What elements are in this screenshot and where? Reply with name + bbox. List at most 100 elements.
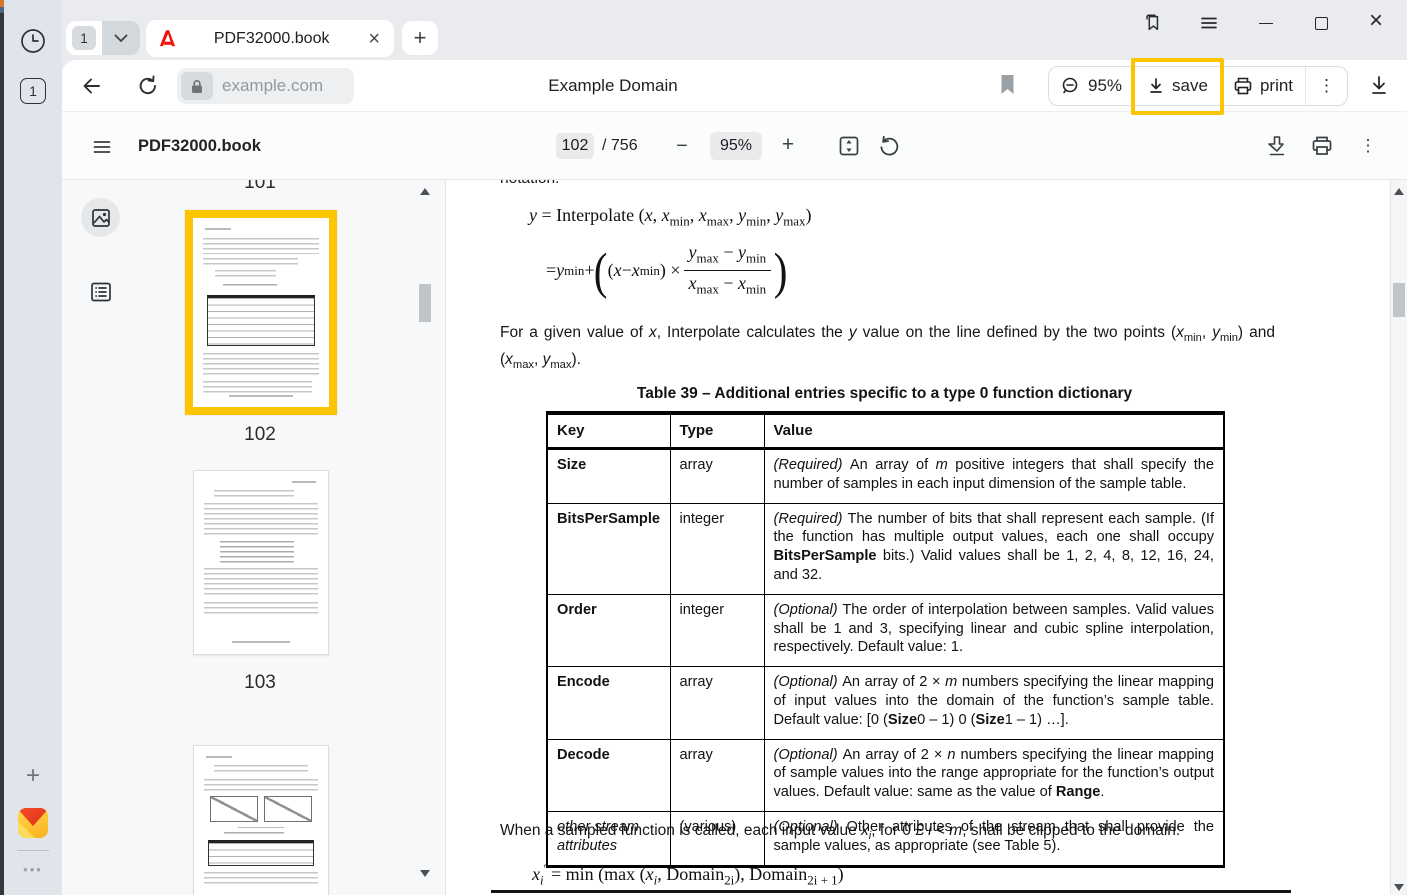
table-cell: array xyxy=(670,667,764,739)
downloads-icon[interactable] xyxy=(1368,74,1390,96)
table-header-cell: Type xyxy=(670,413,764,449)
tab-title: PDF32000.book xyxy=(177,30,366,48)
browser-side-rail: 1 + ••• xyxy=(4,0,62,895)
window-close-button[interactable]: × xyxy=(1366,11,1386,31)
tab-group-expand[interactable] xyxy=(102,21,140,55)
workspace-1-button[interactable]: 1 xyxy=(20,78,46,104)
page-thumbnail-104[interactable] xyxy=(193,745,329,895)
page-title: Example Domain xyxy=(458,60,768,112)
tab-group-control[interactable]: 1 xyxy=(66,21,140,55)
table-cell: Encode xyxy=(547,667,670,739)
rotate-icon[interactable] xyxy=(876,133,902,159)
thumbnails-view-button[interactable] xyxy=(81,198,120,237)
table-cell: BitsPerSample xyxy=(547,503,670,594)
table-cell: integer xyxy=(670,594,764,666)
save-button[interactable]: save xyxy=(1134,67,1220,105)
image-icon xyxy=(90,207,112,229)
tab-bar: 1 PDF32000.book × + × xyxy=(62,0,1407,60)
table-row: Orderinteger(Optional) The order of inte… xyxy=(547,594,1224,666)
table-header-row: KeyTypeValue xyxy=(547,413,1224,449)
rail-more-button[interactable]: ••• xyxy=(4,862,62,877)
minimize-button[interactable] xyxy=(1256,13,1276,33)
bookmark-filled-icon[interactable] xyxy=(1000,75,1015,95)
pdf-doc-title: PDF32000.book xyxy=(138,112,261,180)
zoom-out-icon xyxy=(1061,76,1081,96)
table39-body: Sizearray(Required) An array of m positi… xyxy=(547,449,1224,867)
table-cell: array xyxy=(670,739,764,811)
table-header-cell: Key xyxy=(547,413,670,449)
page-total: / 756 xyxy=(602,112,638,180)
fit-page-icon[interactable] xyxy=(836,133,862,159)
browser-window: 1 + ••• 1 PDF32000.book × + xyxy=(0,0,1407,895)
edge-accent xyxy=(0,0,4,7)
tab-pdf32000[interactable]: PDF32000.book × xyxy=(146,20,394,57)
table-cell: (Optional) An array of 2 × m numbers spe… xyxy=(764,667,1224,739)
history-clock-icon[interactable] xyxy=(20,28,46,54)
zoom-in-button[interactable]: + xyxy=(776,133,800,157)
maximize-button[interactable] xyxy=(1311,13,1331,33)
browser-menu-icon[interactable] xyxy=(1199,13,1219,33)
zoom-out-button[interactable]: − xyxy=(670,134,694,158)
tab-group-count: 1 xyxy=(72,26,96,50)
page-actions-group: 95% save print ⋮ xyxy=(1048,66,1348,106)
save-label: save xyxy=(1172,76,1208,96)
outline-view-button[interactable] xyxy=(89,280,113,304)
printer-icon xyxy=(1233,76,1253,96)
scroll-down-icon[interactable] xyxy=(1394,884,1404,891)
content-card: example.com Example Domain 95% save p xyxy=(62,60,1407,895)
table-cell: (Required) An array of m positive intege… xyxy=(764,449,1224,504)
new-tab-button[interactable]: + xyxy=(402,21,438,55)
fraction-numerator: ymax − ymin xyxy=(684,242,772,271)
table-row: BitsPerSampleinteger(Required) The numbe… xyxy=(547,503,1224,594)
table-cell: (Optional) The order of interpolation be… xyxy=(764,594,1224,666)
thumbnail-scrollbar-thumb[interactable] xyxy=(419,284,431,322)
print-button[interactable]: print xyxy=(1220,67,1305,105)
pdf-download-icon[interactable] xyxy=(1264,133,1290,159)
formula-interpolate: y = Interpolate (x, xmin, xmax, ymin, ym… xyxy=(529,205,812,232)
next-content-edge xyxy=(491,890,1291,893)
page-thumbnail-103[interactable] xyxy=(193,470,329,655)
pdf-more-icon[interactable]: ⋮ xyxy=(1356,133,1380,159)
tab-group-count-area: 1 xyxy=(66,21,102,55)
pdf-print-icon[interactable] xyxy=(1309,133,1335,159)
list-icon xyxy=(89,280,113,304)
table-cell: array xyxy=(670,449,764,504)
window-edge xyxy=(0,0,4,895)
pdf-side-panel: 101 102 xyxy=(62,180,446,895)
yandex-mail-icon[interactable] xyxy=(18,808,48,838)
thumbnail-label-103: 103 xyxy=(183,672,337,694)
thumbnail-scrollbar[interactable] xyxy=(417,180,433,895)
url-field[interactable]: example.com xyxy=(177,68,354,104)
zoom-control[interactable]: 95% xyxy=(1049,67,1134,105)
scroll-up-icon[interactable] xyxy=(420,188,430,195)
back-button[interactable] xyxy=(80,74,104,98)
scroll-up-icon[interactable] xyxy=(1394,188,1404,195)
table-row: Sizearray(Required) An array of m positi… xyxy=(547,449,1224,504)
mail-flap xyxy=(18,808,48,826)
paragraph-interpolate: For a given value of x, Interpolate calc… xyxy=(500,322,1275,376)
address-bar: example.com Example Domain 95% save p xyxy=(62,60,1407,112)
table-caption: Table 39 – Additional entries specific t… xyxy=(546,383,1223,404)
pdf-menu-icon[interactable] xyxy=(90,135,114,159)
formula-clip-domain: xi′ = min (max (xi, Domain2i), Domain2i … xyxy=(532,858,844,891)
lock-icon[interactable] xyxy=(181,72,213,100)
main-scrollbar[interactable] xyxy=(1390,180,1407,895)
adobe-pdf-icon xyxy=(158,29,177,48)
page-thumbnail-102-selected[interactable] xyxy=(185,210,337,415)
page-actions-more[interactable]: ⋮ xyxy=(1305,67,1347,105)
formula-lhs: = ymin + ((x − xmin) × xyxy=(546,260,681,281)
clipped-text-line: notation: xyxy=(500,180,559,189)
table-cell: (Optional) An array of 2 × n numbers spe… xyxy=(764,739,1224,811)
print-label: print xyxy=(1260,76,1293,96)
pdf-zoom-level[interactable]: 95% xyxy=(710,132,762,160)
main-scrollbar-thumb[interactable] xyxy=(1393,283,1405,317)
scroll-down-icon[interactable] xyxy=(420,870,430,877)
workspace-number: 1 xyxy=(20,78,46,104)
tab-close-icon[interactable]: × xyxy=(366,29,382,49)
thumbnail-preview xyxy=(194,746,328,895)
page-number-input[interactable]: 102 xyxy=(556,133,594,159)
bookmarks-panel-icon[interactable] xyxy=(1142,13,1162,33)
table-39: KeyTypeValue Sizearray(Required) An arra… xyxy=(546,411,1225,868)
add-panel-button[interactable]: + xyxy=(26,762,40,790)
reload-button[interactable] xyxy=(136,74,160,98)
